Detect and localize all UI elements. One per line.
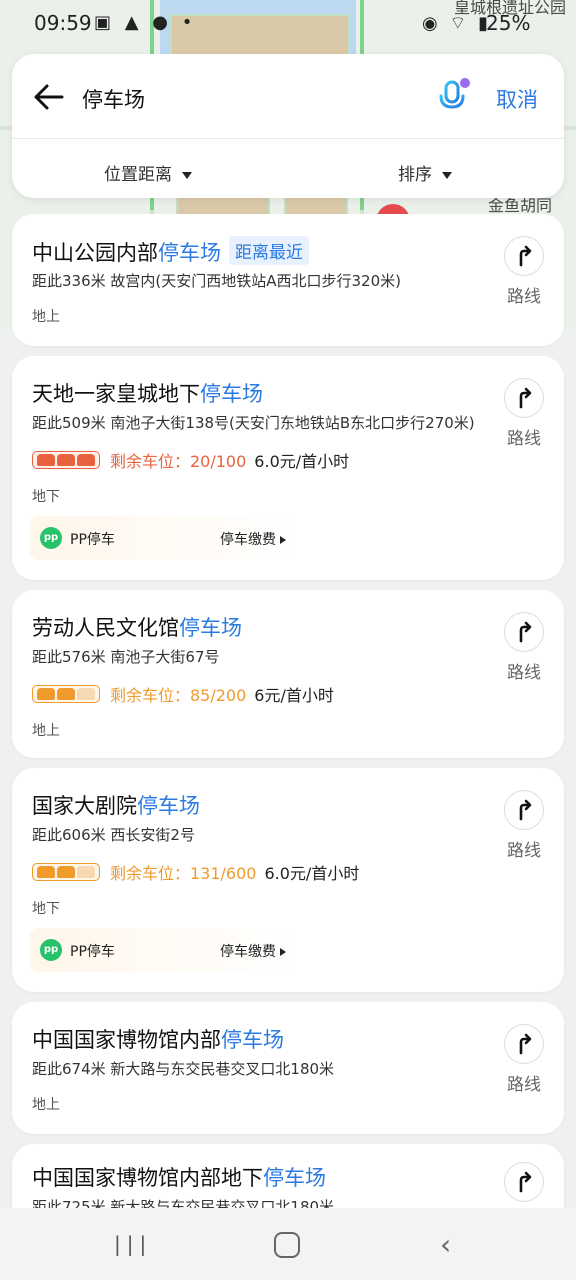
divider [12,138,564,139]
arrow-right-icon [280,536,286,544]
result-address: 距此674米 新大路与东交民巷交叉口北180米 [32,1060,335,1078]
nearest-tag: 距离最近 [229,236,309,265]
route-turn-icon [504,236,544,276]
filter-label: 排序 [398,165,432,185]
pay-label: 停车缴费 [220,532,276,548]
search-panel: 停车场 取消 位置距离 排序 [12,54,564,198]
system-nav-bar: ||| ‹ [0,1208,576,1280]
remaining-spaces: 剩余车位：131/600 [110,864,257,883]
result-title: 中山公园内部停车场 距离最近 [32,236,309,267]
back-button[interactable]: ‹ [440,1228,451,1261]
pay-label: 停车缴费 [220,944,276,960]
route-label: 路线 [507,1075,541,1095]
result-keyword: 停车场 [200,382,263,406]
route-button[interactable]: 路线 [502,612,546,683]
status-time: 09:59 [34,11,92,35]
result-name: 中山公园内部 [32,241,158,265]
pp-parking-bar[interactable]: pp PP停车 停车缴费 [30,516,298,560]
route-turn-icon [504,1024,544,1064]
result-keyword: 停车场 [179,616,242,640]
route-button[interactable]: 路线 [502,790,546,861]
result-title: 天地一家皇城地下停车场 [32,378,263,408]
route-button[interactable]: 路线 [502,378,546,449]
back-arrow-icon[interactable] [32,80,66,114]
filter-label: 位置距离 [104,165,172,185]
price: 6.0元/首小时 [254,452,350,471]
availability-car-icon [32,685,100,703]
result-title: 中国国家博物馆内部停车场 [32,1024,284,1054]
result-keyword: 停车场 [137,794,200,818]
pp-logo-icon: pp [40,939,62,961]
result-name: 劳动人民文化馆 [32,616,179,640]
pp-logo-icon: pp [40,527,62,549]
result-card[interactable]: 劳动人民文化馆停车场 距此576米 南池子大街67号 剩余车位：85/200 6… [12,590,564,758]
route-label: 路线 [507,429,541,449]
result-card[interactable]: 中国国家博物馆内部停车场 距此674米 新大路与东交民巷交叉口北180米 地上 … [12,1002,564,1134]
home-button[interactable] [274,1232,300,1258]
result-level: 地上 [32,1097,60,1113]
result-name: 国家大剧院 [32,794,137,818]
remaining-spaces: 剩余车位：85/200 [110,686,247,705]
route-label: 路线 [507,663,541,683]
route-turn-icon [504,612,544,652]
result-name: 中国国家博物馆内部 [32,1028,221,1052]
result-name: 天地一家皇城地下 [32,382,200,406]
result-title: 中国国家博物馆内部地下停车场 [32,1162,326,1192]
recent-apps-button[interactable]: ||| [114,1232,152,1256]
pp-name: PP停车 [70,944,115,960]
result-address: 距此606米 西长安街2号 [32,826,195,844]
result-title: 国家大剧院停车场 [32,790,200,820]
parking-availability: 剩余车位：20/100 6.0元/首小时 [32,448,349,472]
status-bar: 09:59 ▣ ▲ ● • ◉ ⌔ ▮ 25% [0,0,576,48]
availability-car-icon [32,451,100,469]
pay-parking-button[interactable]: 停车缴费 [220,941,286,961]
remaining-spaces: 剩余车位：20/100 [110,452,247,471]
search-input[interactable]: 停车场 [82,84,145,114]
result-level: 地上 [32,309,60,325]
filter-sort-dropdown[interactable]: 排序 [398,160,452,185]
result-keyword: 停车场 [263,1166,326,1190]
battery-level: 25% [486,11,531,35]
route-turn-icon [504,378,544,418]
parking-availability: 剩余车位：85/200 6元/首小时 [32,682,334,706]
price: 6元/首小时 [254,686,334,705]
result-level: 地下 [32,901,60,917]
caret-down-icon [182,171,192,179]
result-card[interactable]: 天地一家皇城地下停车场 距此509米 南池子大街138号(天安门东地铁站B东北口… [12,356,564,580]
availability-car-icon [32,863,100,881]
filter-distance-dropdown[interactable]: 位置距离 [104,160,192,185]
result-level: 地上 [32,723,60,739]
parking-availability: 剩余车位：131/600 6.0元/首小时 [32,860,359,884]
route-label: 路线 [507,287,541,307]
cancel-button[interactable]: 取消 [496,84,538,114]
route-label: 路线 [507,841,541,861]
result-title: 劳动人民文化馆停车场 [32,612,242,642]
result-address: 距此509米 南池子大街138号(天安门东地铁站B东北口步行270米) [32,414,475,432]
caret-down-icon [442,171,452,179]
signal-icons: ◉ ⌔ ▮ [422,13,491,34]
result-card[interactable]: 国家大剧院停车场 距此606米 西长安街2号 剩余车位：131/600 6.0元… [12,768,564,992]
result-name: 中国国家博物馆内部地下 [32,1166,263,1190]
result-keyword: 停车场 [221,1028,284,1052]
result-address: 距此576米 南池子大街67号 [32,648,220,666]
result-address: 距此336米 故宫内(天安门西地铁站A西北口步行320米) [32,272,401,290]
result-card[interactable]: 中山公园内部停车场 距离最近 距此336米 故宫内(天安门西地铁站A西北口步行32… [12,214,564,346]
price: 6.0元/首小时 [264,864,360,883]
pay-parking-button[interactable]: 停车缴费 [220,529,286,549]
result-level: 地下 [32,489,60,505]
voice-search-icon[interactable] [432,76,472,116]
route-button[interactable]: 路线 [502,236,546,307]
notification-icons: ▣ ▲ ● • [94,12,197,33]
result-keyword: 停车场 [158,241,221,265]
pp-name: PP停车 [70,532,115,548]
route-button[interactable]: 路线 [502,1024,546,1095]
arrow-right-icon [280,948,286,956]
route-turn-icon [504,1162,544,1202]
pp-parking-bar[interactable]: pp PP停车 停车缴费 [30,928,298,972]
route-turn-icon [504,790,544,830]
